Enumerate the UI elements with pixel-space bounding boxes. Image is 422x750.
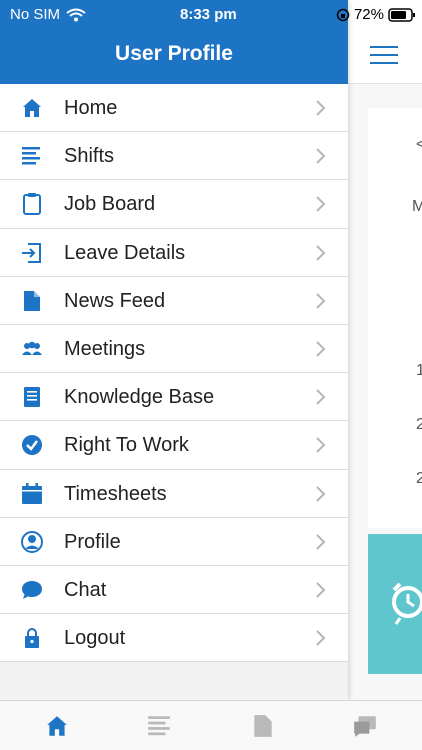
menu-item-label: Home (64, 97, 118, 119)
menu-item-home[interactable]: Home (0, 84, 348, 133)
battery-percent: 72% (353, 6, 384, 23)
chevron-right-icon (316, 293, 326, 309)
menu-item-timesheets[interactable]: Timesheets (0, 470, 348, 518)
menu-item-label: Job Board (64, 193, 156, 216)
menu-item-knowledge-base[interactable]: Knowledge Base (0, 373, 348, 422)
battery-icon (388, 7, 415, 22)
background-text-fragment: 2 (416, 470, 422, 487)
navigation-drawer: User Profile Home Shifts Job Board Leave… (0, 0, 348, 700)
tab-document-icon[interactable] (250, 713, 276, 739)
alarm-card[interactable] (368, 534, 422, 674)
menu-item-profile[interactable]: Profile (0, 518, 348, 566)
chevron-right-icon (316, 100, 326, 116)
orientation-lock-icon (336, 8, 350, 21)
background-text-fragment: < (416, 136, 422, 153)
chat-bubble-icon (22, 580, 42, 599)
wifi-icon (66, 8, 86, 21)
clipboard-icon (23, 193, 41, 216)
user-circle-icon (21, 530, 43, 553)
tab-list-icon[interactable] (146, 713, 172, 739)
calendar-icon (22, 482, 42, 504)
chevron-right-icon (316, 437, 326, 454)
chevron-right-icon (316, 244, 326, 261)
menu-item-label: Chat (64, 578, 107, 601)
clock-text: 8:33 pm (180, 6, 237, 23)
menu-item-label: Timesheets (64, 482, 167, 505)
bottom-tab-bar (0, 700, 422, 750)
menu-item-label: Meetings (64, 337, 146, 360)
carrier-text: No SIM (10, 6, 61, 23)
chevron-right-icon (316, 630, 326, 646)
drawer-title: User Profile (115, 42, 233, 65)
alarm-clock-icon (392, 582, 422, 625)
chevron-right-icon (316, 485, 326, 502)
list-lines-icon (22, 147, 40, 165)
chevron-right-icon (316, 582, 326, 598)
menu-item-logout[interactable]: Logout (0, 614, 348, 663)
chevron-right-icon (316, 389, 326, 405)
status-left: No SIM (10, 6, 86, 23)
background-page: < M 1 2 2 (348, 0, 422, 700)
status-right: 72% (336, 6, 416, 23)
lock-icon (25, 628, 39, 649)
menu-item-chat[interactable]: Chat (0, 566, 348, 615)
background-text-fragment: 2 (416, 416, 422, 433)
sign-in-icon (22, 242, 41, 263)
menu-item-label: News Feed (64, 289, 166, 312)
menu-item-label: Right To Work (64, 434, 189, 457)
menu-item-shifts[interactable]: Shifts (0, 132, 348, 181)
status-bar: No SIM 8:33 pm 72% (0, 0, 422, 30)
menu-item-label: Leave Details (64, 241, 186, 264)
home-icon (23, 99, 41, 117)
tab-home-icon[interactable] (44, 713, 70, 739)
menu-item-label: Shifts (64, 145, 115, 168)
chevron-right-icon (316, 196, 326, 213)
check-circle-icon (22, 435, 42, 456)
chevron-right-icon (316, 148, 326, 164)
menu-item-job-board[interactable]: Job Board (0, 180, 348, 229)
background-card: < M 1 2 2 (368, 108, 422, 528)
drawer-menu: Home Shifts Job Board Leave Details News… (0, 84, 348, 663)
group-icon (22, 341, 42, 355)
menu-item-label: Knowledge Base (64, 386, 215, 409)
chevron-right-icon (316, 533, 326, 550)
menu-item-news-feed[interactable]: News Feed (0, 277, 348, 325)
book-icon (24, 387, 40, 408)
tab-chat-icon[interactable] (352, 713, 378, 739)
chevron-right-icon (316, 341, 326, 357)
background-text-fragment: 1 (416, 362, 422, 379)
document-icon (24, 290, 40, 311)
menu-item-label: Profile (64, 530, 121, 553)
menu-item-meetings[interactable]: Meetings (0, 325, 348, 374)
hamburger-menu-icon[interactable] (370, 46, 398, 64)
background-text-fragment: M (412, 198, 422, 215)
menu-item-right-to-work[interactable]: Right To Work (0, 421, 348, 470)
menu-item-label: Logout (64, 627, 126, 650)
menu-item-leave-details[interactable]: Leave Details (0, 229, 348, 277)
